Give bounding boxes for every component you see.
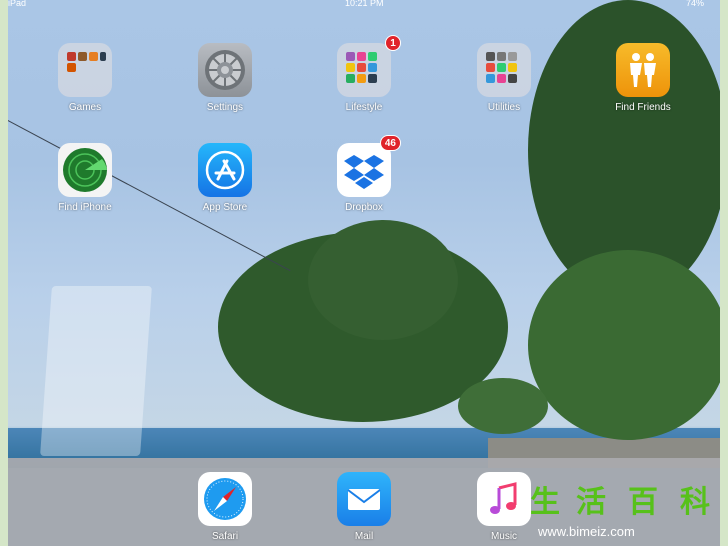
app-label: Safari [211,531,239,542]
watermark-url: www.bimeiz.com [538,524,635,539]
settings-gear-icon [198,43,252,97]
safari-compass-icon [198,472,252,526]
mail-envelope-icon [337,472,391,526]
dropbox-icon: 46 [337,135,401,197]
watermark-char: 科 [680,486,710,519]
wallpaper-tree [458,378,548,434]
status-bar: iPad 10:21 PM 74% [8,0,720,10]
battery-level: 74% [686,0,705,8]
app-label: App Store [202,202,248,213]
notification-badge: 46 [379,135,401,151]
app-lifestyle[interactable]: 1 Lifestyle [324,35,404,113]
app-settings[interactable]: Settings [185,43,265,113]
wallpaper-tree [308,220,458,340]
app-find-friends[interactable]: Find Friends [603,43,683,113]
ipad-home-screen: iPad 10:21 PM 74% Games Settings 1 Lifes… [8,0,720,546]
carrier-label: iPad [8,0,27,8]
app-label: Utilities [487,102,521,113]
clock: 10:21 PM [345,0,384,8]
window-glare [40,286,152,456]
lifestyle-folder-icon: 1 [337,35,401,97]
dock-app-safari[interactable]: Safari [185,472,265,542]
watermark-char: 生 [530,486,560,519]
app-label: Games [68,102,102,113]
app-find-iphone[interactable]: Find iPhone [45,143,125,213]
games-folder-icon [58,43,112,97]
app-label: Lifestyle [345,102,383,113]
notification-badge: 1 [385,35,401,51]
app-app-store[interactable]: App Store [185,143,265,213]
find-friends-icon [616,43,670,97]
watermark-char: 活 [576,486,606,519]
app-label: Mail [354,531,374,542]
app-label: Find Friends [615,102,671,113]
wallpaper-tree [528,250,720,440]
app-store-icon [198,143,252,197]
dock-app-mail[interactable]: Mail [324,472,404,542]
app-label: Dropbox [345,202,383,213]
app-label: Settings [206,102,244,113]
app-games[interactable]: Games [45,43,125,113]
app-label: Find iPhone [58,202,112,213]
app-utilities[interactable]: Utilities [464,43,544,113]
app-dropbox[interactable]: 46 Dropbox [324,135,404,213]
find-iphone-radar-icon [58,143,112,197]
music-note-icon [477,472,531,526]
photo-frame: iPad 10:21 PM 74% Games Settings 1 Lifes… [0,0,728,546]
utilities-folder-icon [477,43,531,97]
watermark: 生 活 百 科 www.bimeiz.com [528,486,722,542]
watermark-char: 百 [628,486,658,519]
